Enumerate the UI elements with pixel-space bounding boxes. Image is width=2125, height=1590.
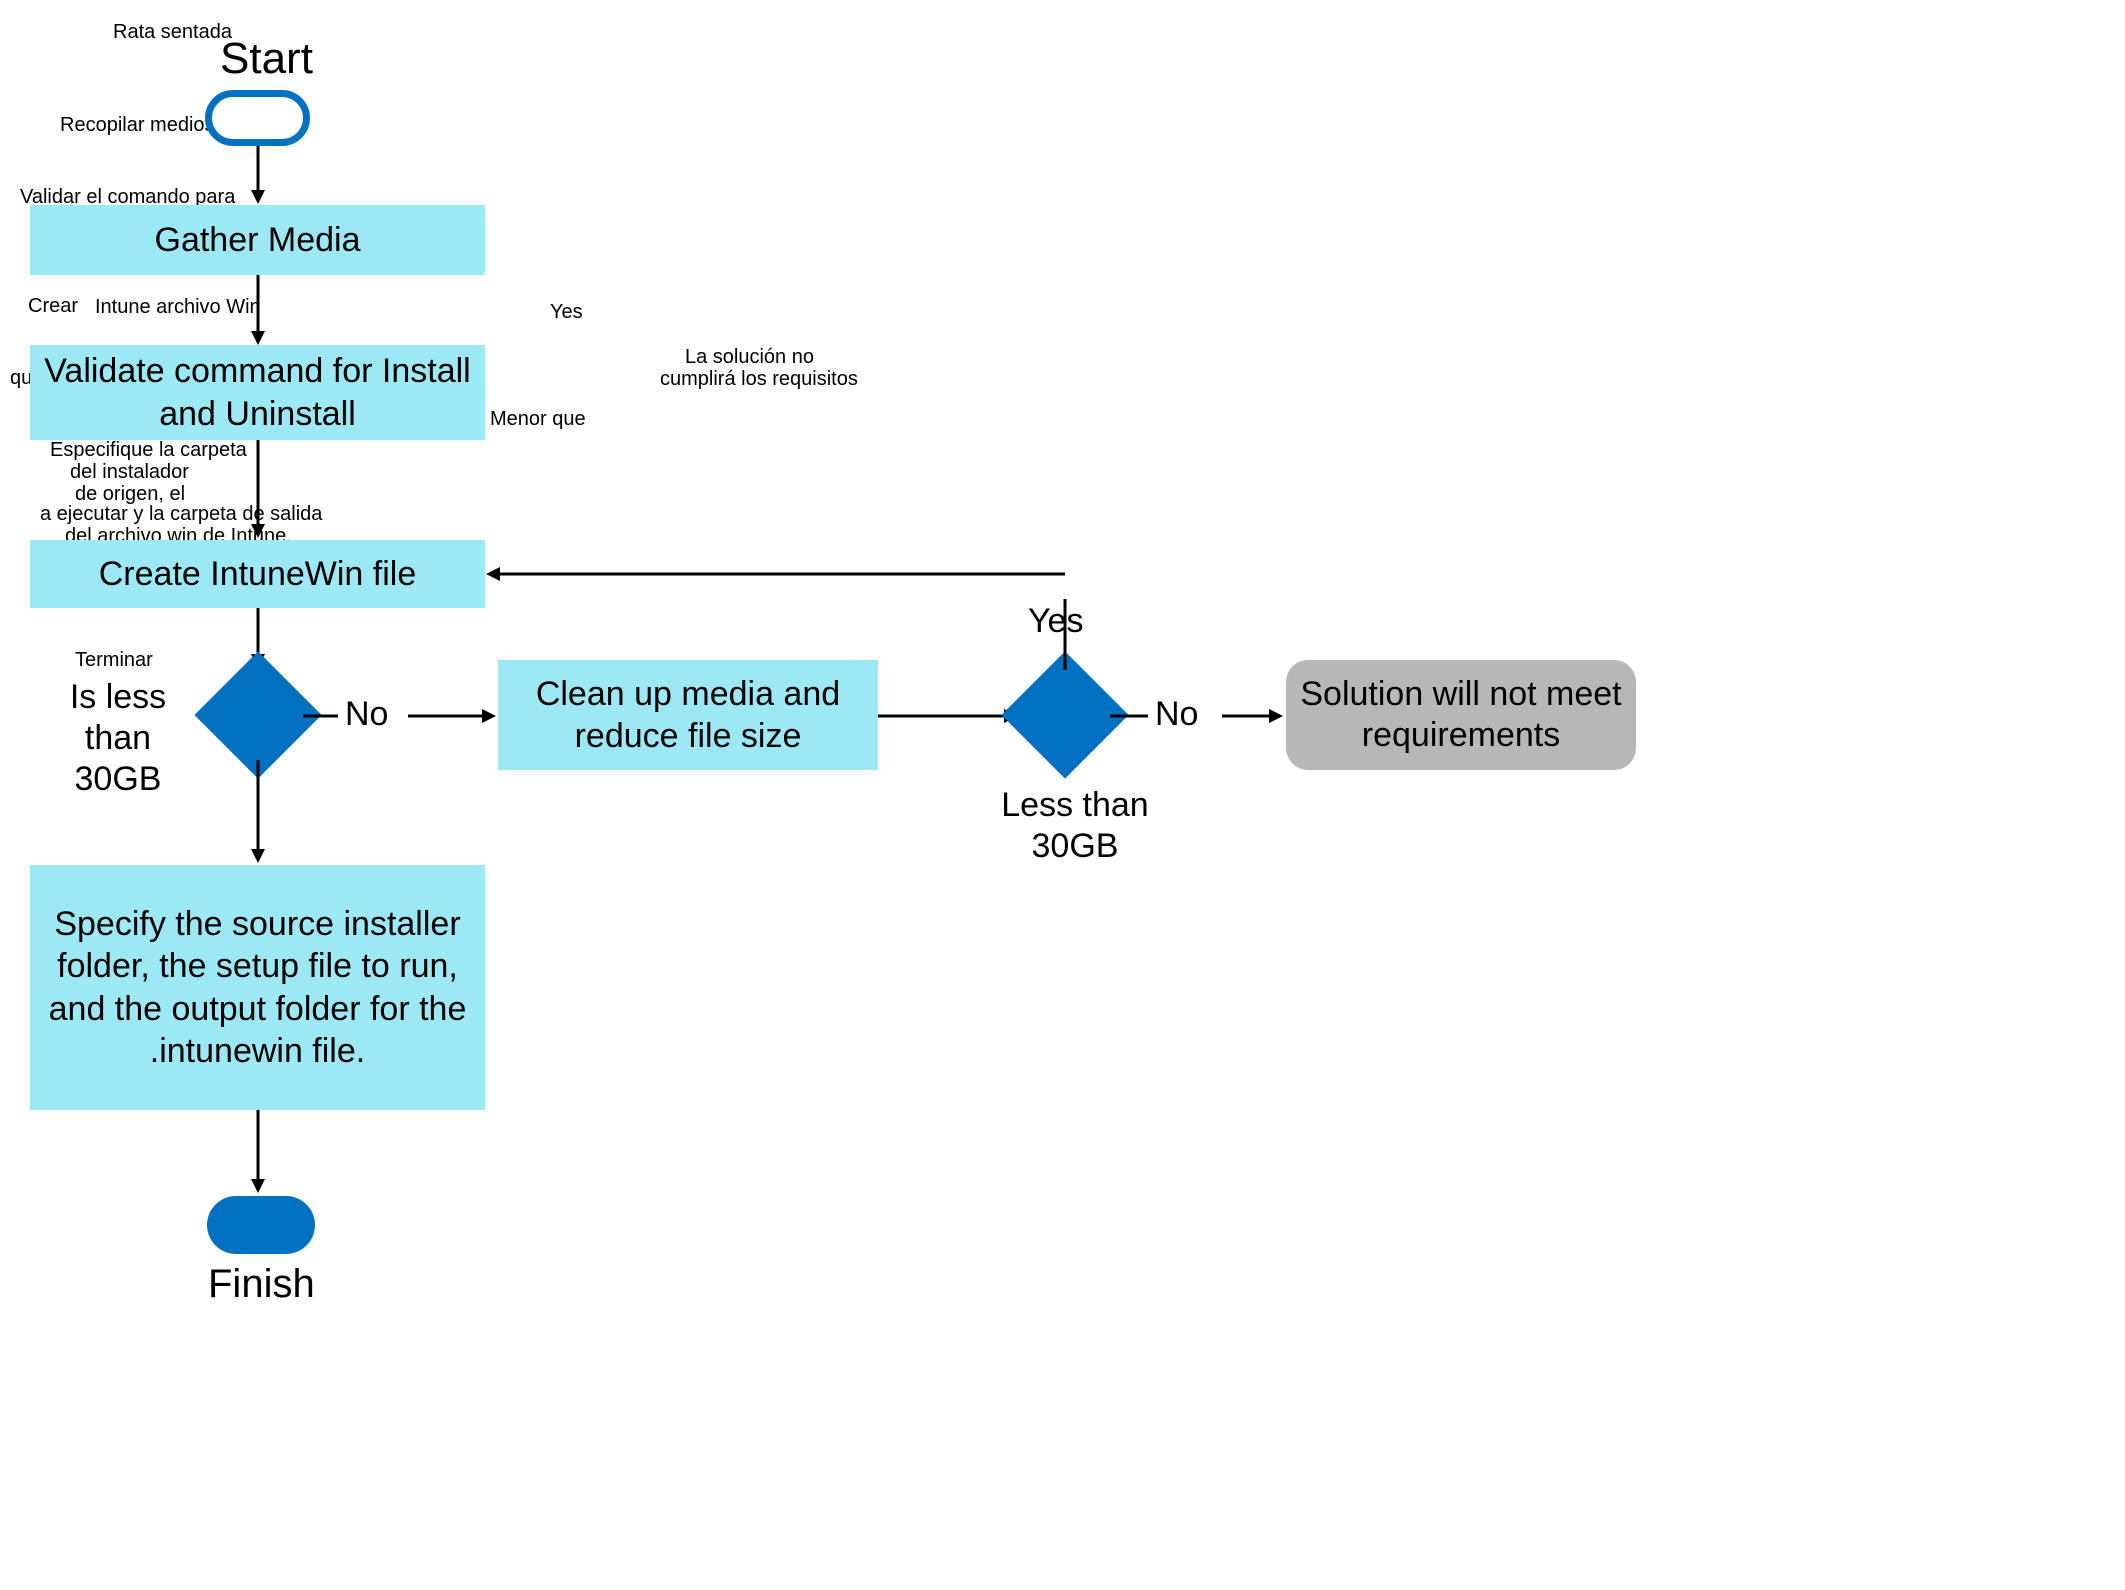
- annot-terminar: Terminar: [75, 648, 153, 672]
- specify-box: Specify the source installer folder, the…: [30, 865, 485, 1110]
- edge-start-gather: [248, 146, 268, 206]
- solution-fail-box: Solution will not meet requirements: [1286, 660, 1636, 770]
- edge-decisionB-fail: [1110, 706, 1285, 726]
- annot-solucion1: La solución no: [685, 345, 814, 369]
- annot-especifique1: Especifique la carpeta: [50, 438, 247, 462]
- finish-label: Finish: [208, 1262, 315, 1307]
- decision-30gb-b-label: Less than 30GB: [985, 785, 1165, 867]
- edge-cleanup-decisionB: [878, 706, 1020, 726]
- annot-recopilar: Recopilar medios: [60, 113, 215, 137]
- edge-decision-cleanup: [303, 706, 498, 726]
- finish-node: [207, 1196, 315, 1254]
- edge-gather-validate: [248, 275, 268, 347]
- edge-validate-create: [248, 440, 268, 540]
- annot-menor-que: Menor que: [490, 407, 586, 431]
- create-intunewin-box: Create IntuneWin file: [30, 540, 485, 608]
- start-label: Start: [220, 34, 313, 84]
- annot-solucion2: cumplirá los requisitos: [660, 367, 858, 391]
- annot-yes-small: Yes: [550, 300, 583, 324]
- edge-decisionA-specify: [248, 760, 268, 865]
- annot-especifique4: a ejecutar y la carpeta de salida: [40, 502, 322, 526]
- gather-media-box: Gather Media: [30, 205, 485, 275]
- validate-box: Validate command for Install and Uninsta…: [30, 345, 485, 440]
- annot-crear: Crear: [28, 294, 78, 318]
- annot-especifique2: del instalador: [70, 460, 189, 484]
- edge-specify-finish: [248, 1110, 268, 1195]
- flowchart-canvas: Rata sentada Recopilar medios Validar el…: [0, 0, 2125, 1590]
- decision-30gb-label: Is less than 30GB: [38, 677, 198, 799]
- annot-rata: Rata sentada: [113, 20, 232, 44]
- annot-intune-archivo: Intune archivo Win: [95, 295, 261, 319]
- edge-decisionB-create: [470, 564, 1080, 684]
- start-node: [205, 90, 310, 146]
